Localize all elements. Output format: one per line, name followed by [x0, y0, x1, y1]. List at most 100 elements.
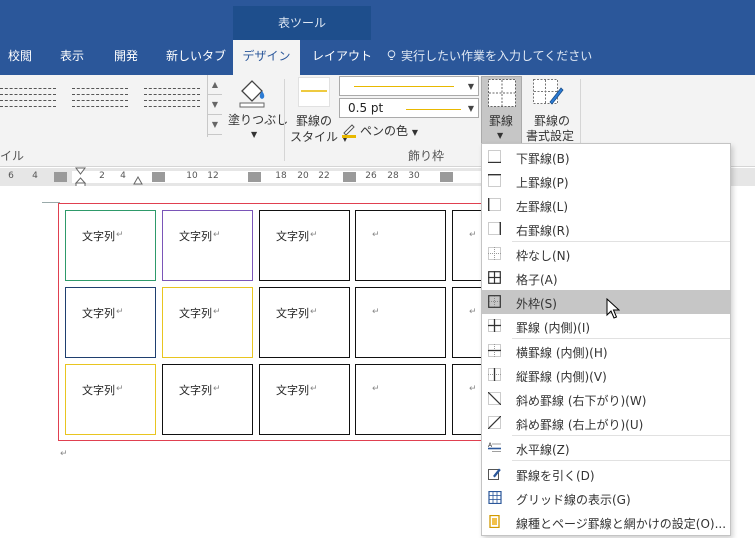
menu-item-inside-horizontal-border[interactable]: 横罫線 (内側)(H) — [482, 339, 730, 363]
table-cell[interactable]: ↵ — [355, 364, 446, 435]
cell-text: 文字列 — [179, 384, 212, 397]
table-cell[interactable]: 文字列 ↵ — [162, 287, 253, 358]
tell-me-box[interactable]: 実行したい作業を入力してください — [386, 46, 592, 66]
style-gallery-scroll[interactable]: ▲ ▼ ▼ — [207, 75, 222, 137]
border-painter-icon[interactable] — [532, 78, 564, 108]
tab-view[interactable]: 表示 — [60, 46, 84, 66]
no-border-icon — [488, 247, 501, 260]
tab-layout[interactable]: レイアウト — [312, 46, 372, 66]
ruler-number: 22 — [318, 171, 330, 181]
tab-developer[interactable]: 開発 — [114, 46, 138, 66]
table-cell[interactable]: 文字列 ↵ — [162, 364, 253, 435]
outside-borders-icon — [488, 295, 501, 308]
inside-vertical-border-icon — [488, 368, 501, 381]
menu-item-view-gridlines[interactable]: グリッド線の表示(G) — [482, 486, 730, 510]
ruler-number: 26 — [365, 171, 377, 181]
border-styles-label-2[interactable]: スタイル ▼ — [290, 129, 348, 147]
menu-item-draw-table[interactable]: 罫線を引く(D) — [482, 462, 730, 486]
menu-item-inside-vertical-border[interactable]: 縦罫線 (内側)(V) — [482, 363, 730, 387]
all-borders-icon — [488, 271, 501, 284]
gallery-more-icon[interactable]: ▼ — [208, 115, 222, 135]
table-cell[interactable]: 文字列 ↵ — [65, 364, 156, 435]
menu-item-left-border[interactable]: 左罫線(L) — [482, 193, 730, 217]
borders-label[interactable]: 罫線 — [489, 113, 513, 129]
cell-end-mark: ↵ — [213, 230, 221, 240]
scroll-down-icon[interactable]: ▼ — [208, 95, 222, 115]
ruler-number: 20 — [297, 171, 309, 181]
ruler-column-marker[interactable] — [54, 172, 67, 182]
table-cell[interactable]: 文字列 ↵ — [65, 287, 156, 358]
group-label-borders: 飾り枠 — [408, 149, 445, 163]
cell-text: 文字列 — [82, 230, 115, 243]
cell-text: 文字列 — [276, 307, 309, 320]
draw-table-pencil-icon — [488, 468, 501, 480]
cell-text: 文字列 — [179, 307, 212, 320]
menu-item-no-border[interactable]: 枠なし(N) — [482, 242, 730, 266]
table-cell[interactable]: ↵ — [355, 210, 446, 281]
ruler-number: 4 — [120, 171, 126, 181]
table-cell[interactable]: 文字列 ↵ — [259, 287, 350, 358]
cell-text: 文字列 — [276, 384, 309, 397]
ruler-number: 10 — [186, 171, 198, 181]
line-style-dropdown[interactable]: ▼ — [339, 76, 479, 96]
table-cell[interactable]: 文字列 ↵ — [259, 364, 350, 435]
menu-item-top-border[interactable]: 上罫線(P) — [482, 169, 730, 193]
menu-item-all-borders[interactable]: 格子(A) — [482, 266, 730, 290]
top-border-icon — [488, 174, 501, 187]
ruler-number: 12 — [207, 171, 219, 181]
tab-new-tab[interactable]: 新しいタブ — [166, 46, 226, 66]
scroll-up-icon[interactable]: ▲ — [208, 75, 222, 95]
left-border-icon — [488, 198, 501, 211]
menu-item-bottom-border[interactable]: 下罫線(B) — [482, 145, 730, 169]
table-cell[interactable]: ↵ — [355, 287, 446, 358]
borders-caret-icon[interactable]: ▼ — [497, 128, 503, 144]
table-cell[interactable]: 文字列 ↵ — [162, 210, 253, 281]
right-border-icon — [488, 222, 501, 235]
table-style-preview[interactable] — [0, 88, 56, 124]
ruler-number: 2 — [99, 171, 105, 181]
borders-grid-icon[interactable] — [487, 78, 517, 108]
menu-item-diagonal-down-border[interactable]: 斜め罫線 (右下がり)(W) — [482, 387, 730, 411]
tell-me-text: 実行したい作業を入力してください — [401, 49, 593, 63]
ruler-column-marker[interactable] — [248, 172, 261, 182]
menu-item-right-border[interactable]: 右罫線(R) — [482, 217, 730, 241]
table-style-preview[interactable] — [144, 88, 200, 124]
inside-borders-icon — [488, 319, 501, 332]
border-styles-icon[interactable] — [298, 77, 330, 107]
cell-end-mark: ↵ — [469, 230, 477, 240]
cell-end-mark: ↵ — [310, 307, 318, 317]
tab-design[interactable]: デザイン — [233, 40, 300, 75]
pen-weight-dropdown[interactable]: 0.5 pt ▼ — [339, 98, 479, 118]
cell-end-mark: ↵ — [310, 230, 318, 240]
borders-dropdown-menu: 下罫線(B) 上罫線(P) 左罫線(L) 右罫線(R) 枠なし(N) 格子(A)… — [481, 143, 731, 536]
ruler-column-marker[interactable] — [343, 172, 356, 182]
shading-label[interactable]: 塗りつぶし — [228, 112, 288, 128]
shading-caret-icon[interactable]: ▼ — [251, 127, 257, 143]
menu-item-horizontal-line[interactable]: A 水平線(Z) — [482, 436, 730, 460]
border-painter-label-2[interactable]: 書式設定 — [526, 128, 574, 144]
gridlines-icon — [488, 491, 502, 504]
group-separator — [284, 79, 285, 161]
table-cell[interactable]: 文字列 ↵ — [259, 210, 350, 281]
diagonal-down-border-icon — [488, 392, 501, 405]
border-painter-label-1[interactable]: 罫線の — [534, 113, 570, 129]
menu-item-borders-and-shading[interactable]: 線種とページ罫線と網かけの設定(O)... — [482, 510, 730, 534]
tab-review[interactable]: 校閲 — [8, 46, 32, 66]
ruler-number: 4 — [32, 171, 38, 181]
shading-bucket-icon[interactable] — [236, 77, 268, 109]
menu-item-diagonal-up-border[interactable]: 斜め罫線 (右上がり)(U) — [482, 411, 730, 435]
horizontal-line-icon: A — [488, 442, 501, 452]
cell-end-mark: ↵ — [116, 230, 124, 240]
cell-text: 文字列 — [276, 230, 309, 243]
table-cell[interactable]: 文字列 ↵ — [65, 210, 156, 281]
pen-color-button[interactable]: ペンの色 ▼ — [360, 123, 418, 141]
ruler-column-marker[interactable] — [440, 172, 453, 182]
right-indent-marker-icon[interactable] — [133, 176, 143, 185]
ruler-column-marker[interactable] — [152, 172, 165, 182]
table-style-preview[interactable] — [72, 88, 128, 124]
border-styles-label-1[interactable]: 罫線の — [296, 113, 332, 129]
paragraph-mark: ↵ — [60, 449, 68, 459]
menu-separator — [512, 460, 730, 461]
bottom-border-icon — [488, 150, 501, 163]
pen-color-icon[interactable] — [341, 122, 357, 138]
